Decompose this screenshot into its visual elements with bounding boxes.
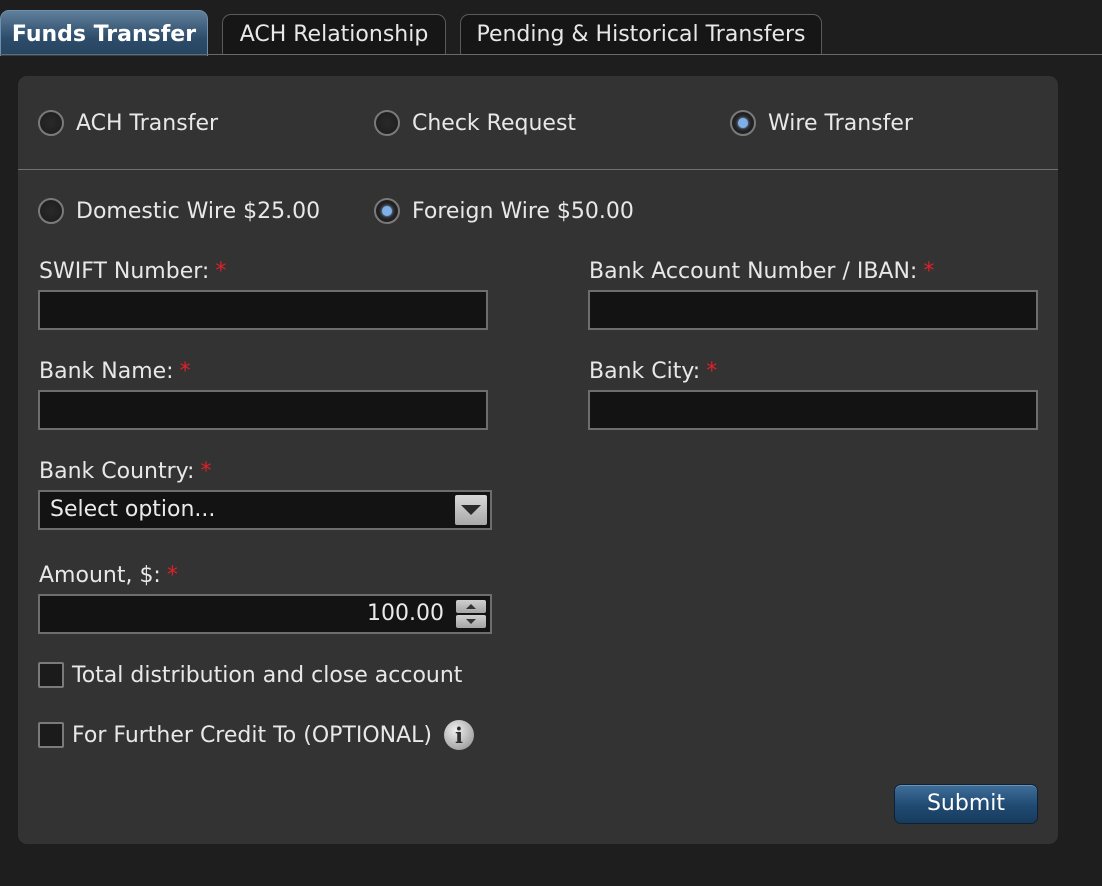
radio-check-request[interactable]: Check Request bbox=[374, 110, 576, 136]
section-divider bbox=[18, 169, 1058, 170]
dropdown-button[interactable] bbox=[455, 495, 487, 525]
further-credit-checkbox[interactable] bbox=[38, 722, 64, 748]
info-icon[interactable]: i bbox=[444, 720, 475, 750]
bank-account-iban-input[interactable] bbox=[588, 290, 1038, 330]
required-marker: * bbox=[166, 563, 178, 588]
bank-name-label-text: Bank Name: bbox=[39, 359, 174, 384]
bank-city-label-text: Bank City: bbox=[589, 359, 701, 384]
chevron-down-icon bbox=[461, 505, 481, 515]
bank-country-select[interactable]: Select option... bbox=[38, 490, 492, 530]
funds-transfer-panel: ACH Transfer Check Request Wire Transfer… bbox=[18, 76, 1058, 844]
bank-country-label-text: Bank Country: bbox=[39, 459, 195, 484]
required-marker: * bbox=[179, 359, 191, 384]
total-distribution-label: Total distribution and close account bbox=[72, 662, 463, 688]
amount-spinner[interactable]: 100.00 bbox=[38, 594, 492, 634]
bank-name-label: Bank Name: * bbox=[39, 359, 191, 384]
further-credit-checkbox-row[interactable]: For Further Credit To (OPTIONAL) i bbox=[38, 720, 475, 750]
radio-label: Foreign Wire $50.00 bbox=[412, 198, 634, 224]
radio-foreign-wire[interactable]: Foreign Wire $50.00 bbox=[374, 198, 634, 224]
amount-label: Amount, $: * bbox=[39, 563, 178, 588]
radio-circle-selected[interactable] bbox=[374, 198, 400, 224]
radio-label: Check Request bbox=[412, 110, 577, 136]
radio-circle[interactable] bbox=[38, 110, 64, 136]
swift-number-label-text: SWIFT Number: bbox=[39, 259, 210, 284]
radio-circle[interactable] bbox=[374, 110, 400, 136]
radio-circle-selected[interactable] bbox=[730, 110, 756, 136]
tab-ach-relationship[interactable]: ACH Relationship bbox=[222, 14, 446, 55]
radio-domestic-wire[interactable]: Domestic Wire $25.00 bbox=[38, 198, 320, 224]
required-marker: * bbox=[215, 259, 227, 284]
total-distribution-checkbox[interactable] bbox=[38, 662, 64, 688]
amount-stepper[interactable] bbox=[456, 600, 486, 628]
radio-ach-transfer[interactable]: ACH Transfer bbox=[38, 110, 218, 136]
radio-label: Wire Transfer bbox=[768, 110, 913, 136]
bank-city-input[interactable] bbox=[588, 390, 1038, 430]
radio-selected-dot bbox=[738, 118, 748, 128]
amount-label-text: Amount, $: bbox=[39, 563, 161, 588]
bank-country-selected-value: Select option... bbox=[50, 497, 216, 522]
arrow-up-icon bbox=[466, 604, 476, 609]
swift-number-input[interactable] bbox=[38, 290, 488, 330]
tab-baseline bbox=[0, 54, 1102, 55]
submit-button[interactable]: Submit bbox=[894, 784, 1038, 824]
radio-label: Domestic Wire $25.00 bbox=[76, 198, 321, 224]
required-marker: * bbox=[706, 359, 718, 384]
arrow-down-icon bbox=[466, 619, 476, 624]
radio-selected-dot bbox=[382, 206, 392, 216]
radio-label: ACH Transfer bbox=[76, 110, 219, 136]
bank-country-label: Bank Country: * bbox=[39, 459, 211, 484]
total-distribution-checkbox-row[interactable]: Total distribution and close account bbox=[38, 662, 462, 688]
required-marker: * bbox=[923, 259, 935, 284]
bank-name-input[interactable] bbox=[38, 390, 488, 430]
amount-value[interactable]: 100.00 bbox=[367, 601, 444, 626]
stepper-up-button[interactable] bbox=[456, 600, 486, 613]
tab-funds-transfer[interactable]: Funds Transfer bbox=[0, 10, 208, 56]
bank-account-iban-label-text: Bank Account Number / IBAN: bbox=[589, 259, 918, 284]
bank-account-iban-label: Bank Account Number / IBAN: * bbox=[589, 259, 934, 284]
radio-wire-transfer[interactable]: Wire Transfer bbox=[730, 110, 913, 136]
bank-city-label: Bank City: * bbox=[589, 359, 717, 384]
radio-circle[interactable] bbox=[38, 198, 64, 224]
tab-bar: Funds Transfer ACH Relationship Pending … bbox=[0, 0, 1102, 56]
further-credit-label: For Further Credit To (OPTIONAL) bbox=[72, 722, 433, 748]
tab-pending-historical-transfers[interactable]: Pending & Historical Transfers bbox=[460, 14, 822, 55]
swift-number-label: SWIFT Number: * bbox=[39, 259, 226, 284]
required-marker: * bbox=[200, 459, 212, 484]
stepper-down-button[interactable] bbox=[456, 615, 486, 628]
